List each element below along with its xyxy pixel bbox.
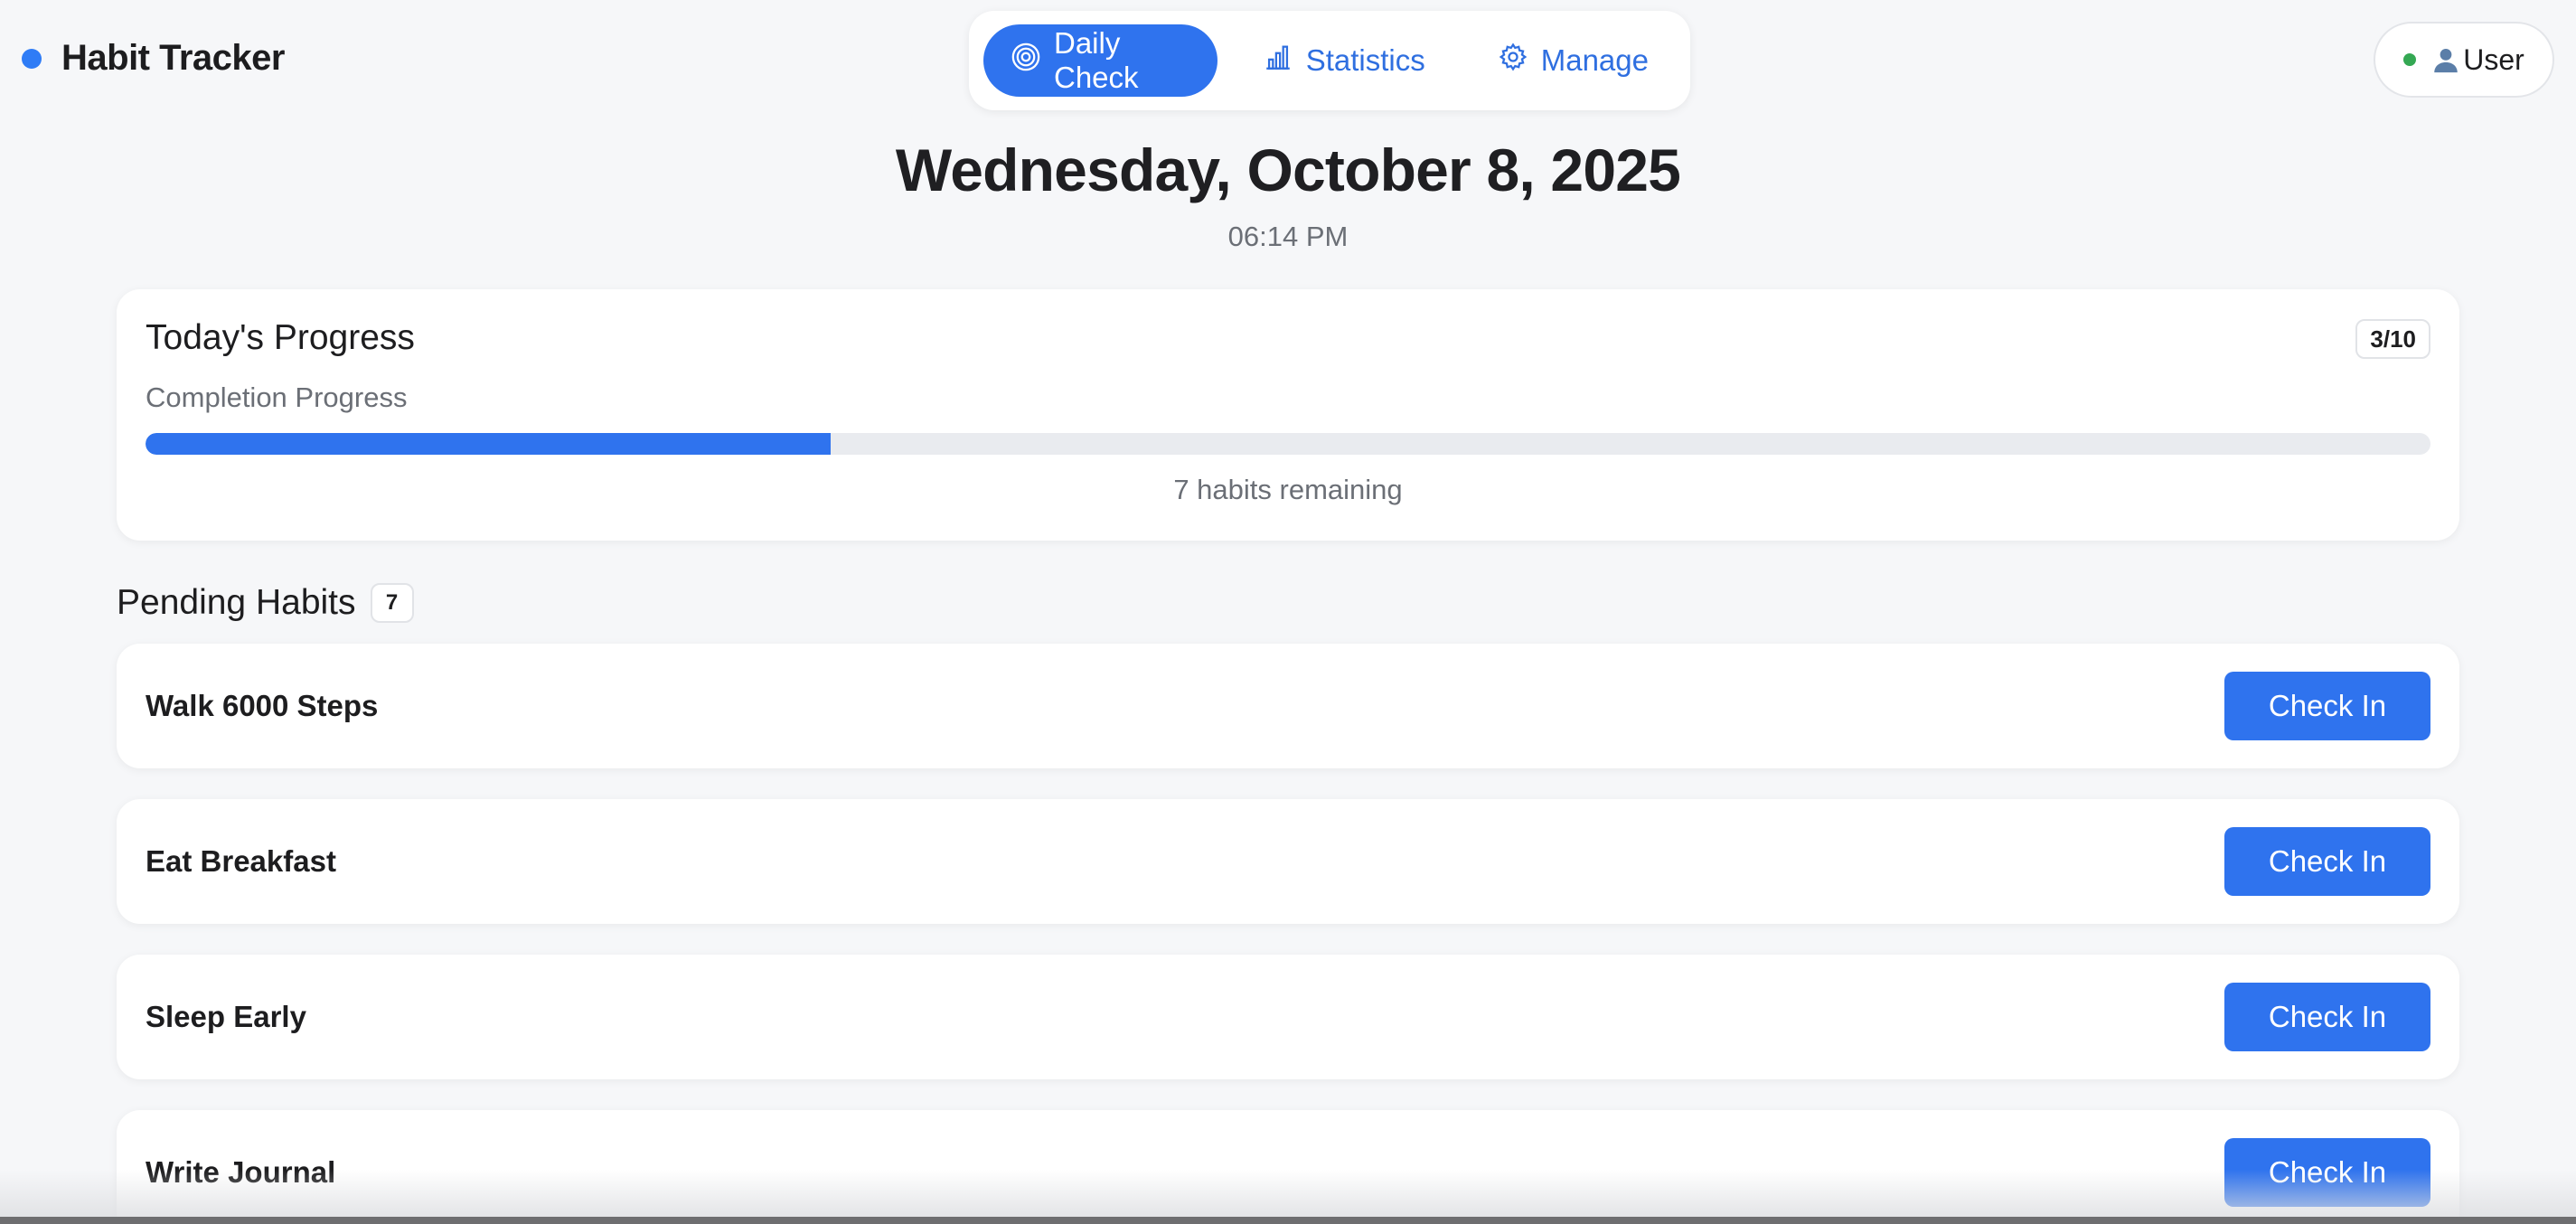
bar-chart-icon <box>1263 42 1293 80</box>
user-label: User <box>2463 42 2524 76</box>
user-identity: User <box>2430 43 2524 77</box>
pending-habits-header: Pending Habits 7 <box>117 583 414 623</box>
habit-name: Sleep Early <box>146 1000 306 1033</box>
tab-daily-check-label: Daily Check <box>1054 26 1139 94</box>
gear-icon <box>1498 42 1528 80</box>
current-time: 06:14 PM <box>1227 221 1349 252</box>
check-in-button[interactable]: Check In <box>2224 827 2430 896</box>
habit-card: Eat Breakfast Check In <box>117 799 2459 924</box>
date-heading: Wednesday, October 8, 2025 <box>895 137 1681 203</box>
habit-card: Sleep Early Check In <box>117 955 2459 1079</box>
tab-manage-label: Manage <box>1540 43 1649 77</box>
brand-dot-icon <box>22 48 42 69</box>
user-menu-button[interactable]: User <box>2374 22 2554 98</box>
habits-remaining-text: 7 habits remaining <box>1173 474 1403 505</box>
habit-tracker-page: Habit Tracker Daily Check Statistics Man… <box>0 0 2576 1224</box>
online-status-icon <box>2403 53 2417 66</box>
habit-list: Walk 6000 Steps Check In Eat Breakfast C… <box>117 644 2459 1224</box>
tab-daily-check[interactable]: Daily Check <box>983 24 1217 97</box>
pending-count-badge: 7 <box>370 583 414 623</box>
progress-card: Today's Progress 3/10 Completion Progres… <box>117 289 2459 541</box>
progress-bar <box>146 433 2430 455</box>
brand: Habit Tracker <box>22 38 285 79</box>
tab-statistics-label: Statistics <box>1305 43 1425 77</box>
main-nav: Daily Check Statistics Manage <box>969 11 1690 110</box>
habit-name: Walk 6000 Steps <box>146 689 379 722</box>
progress-count-badge: 3/10 <box>2355 319 2430 359</box>
scroll-fade <box>0 1170 2576 1224</box>
user-avatar-icon <box>2430 44 2461 75</box>
progress-title: Today's Progress <box>146 318 415 357</box>
progress-bar-fill <box>146 433 832 455</box>
target-icon <box>1011 42 1041 80</box>
habit-name: Eat Breakfast <box>146 844 336 878</box>
progress-label: Completion Progress <box>146 381 408 413</box>
section-title: Pending Habits <box>117 583 356 622</box>
check-in-button[interactable]: Check In <box>2224 983 2430 1051</box>
app-title: Habit Tracker <box>61 38 285 78</box>
tab-manage[interactable]: Manage <box>1471 24 1676 97</box>
habit-card: Walk 6000 Steps Check In <box>117 644 2459 768</box>
check-in-button[interactable]: Check In <box>2224 672 2430 740</box>
tab-statistics[interactable]: Statistics <box>1236 24 1453 97</box>
window-bottom-edge <box>0 1217 2576 1224</box>
